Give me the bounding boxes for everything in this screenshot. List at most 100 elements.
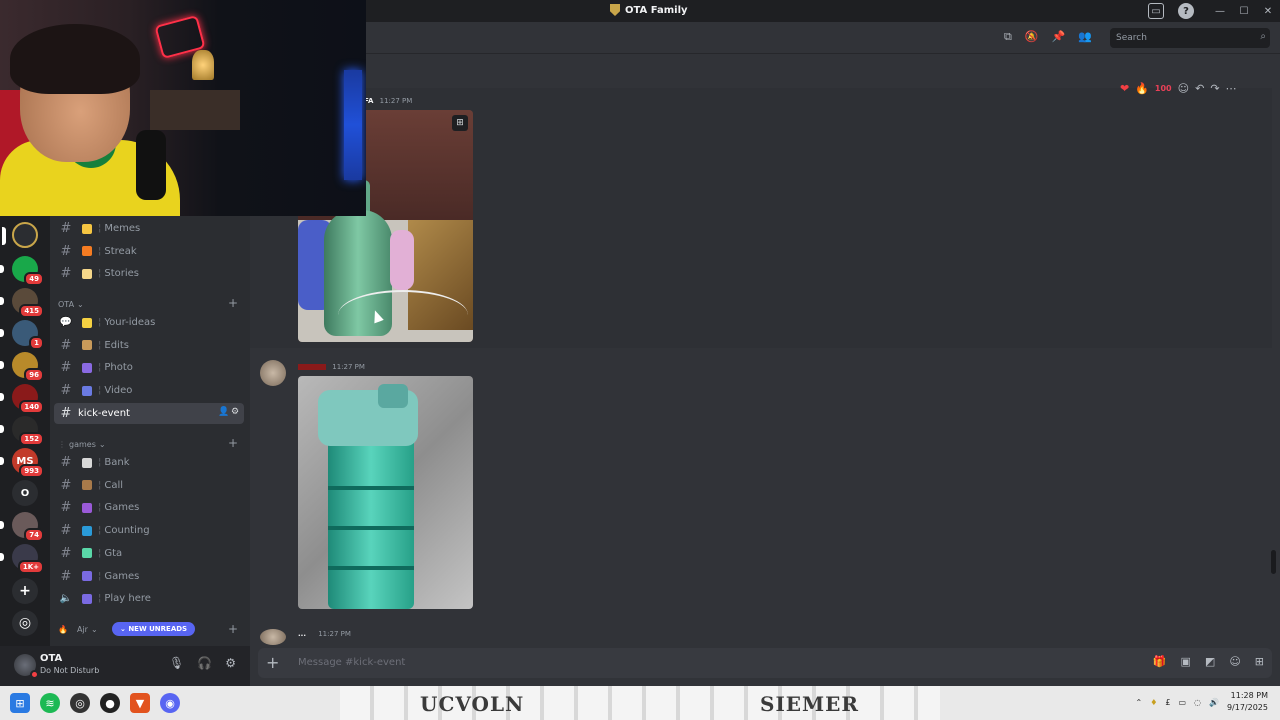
create-channel-icon[interactable]: + xyxy=(228,296,238,310)
server-icon[interactable]: 96 xyxy=(0,352,44,382)
notifications-icon[interactable]: 🔕 xyxy=(1025,30,1039,44)
category-ajr[interactable]: 🔥 Ajr ⌄ xyxy=(58,625,98,634)
channel-label: Counting xyxy=(104,525,150,537)
channel-photo[interactable]: # ¦ Photo xyxy=(54,357,244,378)
display-icon[interactable]: ▭ xyxy=(1178,698,1186,707)
server-icon[interactable]: O xyxy=(12,480,38,506)
server-icon[interactable]: 1K+ xyxy=(0,544,44,574)
server-icon[interactable]: 415 xyxy=(0,288,44,318)
discover-icon[interactable]: ◎ xyxy=(12,610,38,636)
channel-your-ideas[interactable]: 💬 ¦ Your-ideas xyxy=(54,312,244,333)
pin-icon[interactable]: 📌 xyxy=(1052,30,1066,44)
apps-icon[interactable]: ⊞ xyxy=(1255,655,1264,668)
mention-badge: 415 xyxy=(19,304,44,318)
fire-reaction-icon[interactable]: 🔥 xyxy=(1135,82,1149,95)
create-channel-icon[interactable]: + xyxy=(228,622,238,636)
title-bar-controls: ▭ ? — ☐ ✕ xyxy=(1148,0,1280,22)
discord-icon[interactable]: ◉ xyxy=(160,693,180,713)
microphone-icon[interactable]: 🎙 xyxy=(169,656,184,670)
maximize-button[interactable]: ☐ xyxy=(1232,0,1256,22)
message-input[interactable]: Message #kick-event xyxy=(298,657,405,668)
emoji-icon[interactable]: ☺ xyxy=(1229,655,1240,668)
help-icon[interactable]: ? xyxy=(1178,3,1194,19)
message-image-water-bottle[interactable] xyxy=(298,376,473,609)
expand-icon[interactable]: ⊞ xyxy=(452,115,468,131)
channel-video[interactable]: # ¦ Video xyxy=(54,380,244,401)
avatar[interactable] xyxy=(260,360,286,386)
server-icon[interactable] xyxy=(2,222,38,248)
scrollbar[interactable] xyxy=(1271,550,1276,574)
channel-stories[interactable]: # ¦ Stories xyxy=(54,263,244,284)
create-channel-icon[interactable]: + xyxy=(228,436,238,450)
channel-games[interactable]: # ¦ Games xyxy=(54,566,244,587)
channel-games[interactable]: # ¦ Games xyxy=(54,497,244,518)
inbox-icon[interactable]: ▭ xyxy=(1148,3,1164,19)
spotify-icon[interactable]: ≋ xyxy=(40,693,60,713)
hundred-reaction-icon[interactable]: 100 xyxy=(1155,84,1172,93)
channel-streak[interactable]: # ¦ Streak xyxy=(54,241,244,262)
reply-icon[interactable]: ↶ xyxy=(1195,82,1204,95)
hash-icon: # xyxy=(60,455,72,470)
channel-memes[interactable]: # ¦ Memes xyxy=(54,218,244,239)
forward-icon[interactable]: ↷ xyxy=(1210,82,1219,95)
close-button[interactable]: ✕ xyxy=(1256,0,1280,22)
server-icon[interactable]: 140 xyxy=(0,384,44,414)
gif-icon[interactable]: ▣ xyxy=(1181,655,1191,668)
obs-studio-icon[interactable]: ● xyxy=(100,693,120,713)
server-icon[interactable]: 1 xyxy=(0,320,44,350)
members-icon[interactable]: 👥 xyxy=(1078,30,1092,44)
search-input[interactable]: Search ⌕ xyxy=(1110,28,1270,48)
volume-icon[interactable]: 🔊 xyxy=(1209,698,1219,707)
add-server-icon[interactable]: + xyxy=(12,578,38,604)
wifi-icon[interactable]: ◌ xyxy=(1194,698,1201,707)
avatar[interactable] xyxy=(260,629,286,645)
category-games[interactable]: ⋮ games ⌄ xyxy=(58,440,106,449)
gift-icon[interactable]: 🎁 xyxy=(1153,655,1167,668)
brave-icon[interactable]: ▼ xyxy=(130,693,150,713)
sticker-icon[interactable]: ◩ xyxy=(1205,655,1215,668)
gear-icon[interactable]: ⚙ xyxy=(231,408,240,417)
hash-icon: # xyxy=(60,568,72,584)
channel-edits[interactable]: # ¦ Edits xyxy=(54,335,244,356)
channel-kick-event[interactable]: # kick-event 👤 ⚙ xyxy=(54,403,244,424)
unread-indicator xyxy=(0,297,4,305)
channel-emoji-icon xyxy=(82,246,92,257)
channel-call[interactable]: # ¦ Call xyxy=(54,475,244,496)
clock[interactable]: 11:28 PM 9/17/2025 xyxy=(1227,690,1268,714)
server-icon[interactable]: 152 xyxy=(0,416,44,446)
channel-counting[interactable]: # ¦ Counting xyxy=(54,520,244,541)
channel-gta[interactable]: # ¦ Gta xyxy=(54,543,244,564)
mention-badge: 74 xyxy=(24,528,44,542)
invite-icon[interactable]: 👤 xyxy=(218,408,229,417)
channel-label: Streak xyxy=(104,245,137,257)
server-icon[interactable]: MS 993 xyxy=(0,448,44,478)
server-icon[interactable]: 49 xyxy=(0,256,44,286)
heart-reaction-icon[interactable]: ❤ xyxy=(1120,82,1129,95)
channel-emoji-icon xyxy=(82,525,92,536)
add-reaction-icon[interactable]: ☺ xyxy=(1178,82,1189,95)
message-actions: ❤ 🔥 100 ☺ ↶ ↷ ⋯ xyxy=(1120,82,1237,95)
tray-app-icon[interactable]: ♦ xyxy=(1150,698,1157,707)
message-header: FA 11:27 PM xyxy=(364,97,413,105)
channel-bank[interactable]: # ¦ Bank xyxy=(54,452,244,473)
unread-indicator xyxy=(0,329,4,337)
windows-start-icon[interactable]: ⊞ xyxy=(10,693,30,713)
more-icon[interactable]: ⋯ xyxy=(1226,82,1237,95)
tray-chevron-icon[interactable]: ⌃ xyxy=(1135,698,1142,707)
hash-icon: # xyxy=(60,360,72,376)
headphones-icon[interactable]: 🎧 xyxy=(197,656,212,670)
chevron-down-icon: ⌄ xyxy=(90,625,98,634)
hash-icon: # xyxy=(60,477,72,493)
language-icon[interactable]: £ xyxy=(1165,698,1170,707)
settings-icon[interactable]: ⚙ xyxy=(225,656,236,670)
mention-badge: 96 xyxy=(24,368,44,382)
server-icon[interactable]: 74 xyxy=(0,512,44,542)
obs-icon[interactable]: ◎ xyxy=(70,693,90,713)
threads-icon[interactable]: ⧉ xyxy=(1004,30,1012,44)
category-ota[interactable]: OTA ⌄ xyxy=(58,300,84,309)
minimize-button[interactable]: — xyxy=(1208,0,1232,22)
attach-plus-icon[interactable]: + xyxy=(266,653,279,672)
new-unreads-pill[interactable]: ⌄ NEW UNREADS xyxy=(112,622,196,636)
channel-play-here[interactable]: 🔈 ¦ Play here xyxy=(54,588,244,609)
unread-indicator xyxy=(0,393,4,401)
